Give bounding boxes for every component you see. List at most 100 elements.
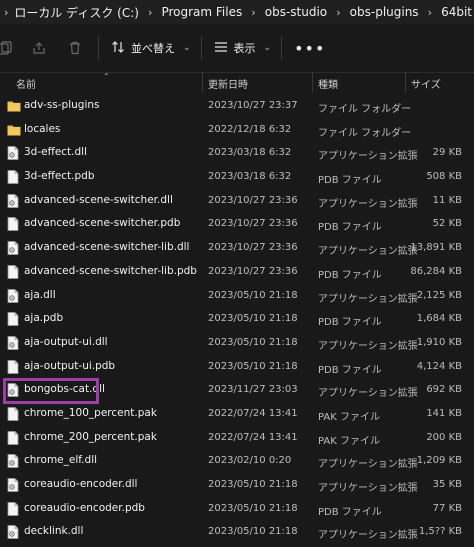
view-button[interactable]: 表示 ⌄ [214, 34, 271, 62]
file-type: ファイル フォルダー [318, 127, 412, 139]
column-size[interactable]: サイズ [411, 76, 441, 91]
file-size: 1,209 KB [416, 455, 462, 467]
file-row[interactable]: advanced-scene-switcher-lib.pdb 2023/10/2… [0, 260, 474, 284]
file-row[interactable]: aja.pdb 2023/05/10 21:18 PDB ファイル 1,684 KB [0, 307, 474, 331]
file-date: 2023/05/10 21:18 [208, 479, 298, 490]
file-size: 1,910 KB [416, 336, 462, 348]
file-row[interactable]: coreaudio-encoder.dll 2023/05/10 21:18 アプリ… [0, 473, 474, 497]
breadcrumb-item-obs-studio[interactable]: obs-studio [263, 0, 329, 24]
file-row[interactable]: decklink.dll 2023/05/10 21:18 アプリケーション拡張 1,… [0, 520, 474, 544]
file-size: 4,124 KB [416, 360, 462, 372]
breadcrumb-item-obs-plugins[interactable]: obs-plugins [348, 0, 421, 24]
breadcrumb-item-64bit[interactable]: 64bit [439, 0, 474, 24]
file-type: PDB ファイル [318, 175, 382, 187]
file-row[interactable]: advanced-scene-switcher.dll 2023/10/27 23… [0, 189, 474, 213]
file-row[interactable]: aja-output-ui.dll 2023/05/10 21:18 アプリケーショ… [0, 331, 474, 355]
dll-file-icon [7, 241, 20, 256]
file-date: 2023/05/10 21:18 [208, 336, 298, 348]
dll-file-icon [7, 193, 20, 208]
file-row[interactable]: adv-ss-plugins 2023/10/27 23:37 ファイル フォルダー [0, 94, 474, 118]
toolbar-divider [200, 36, 202, 60]
file-row[interactable]: chrome_200_percent.pak 2022/07/24 13:41 PA… [0, 426, 474, 450]
breadcrumb-item-program-files[interactable]: Program Files [159, 0, 244, 24]
column-date[interactable]: 更新日時 [208, 76, 248, 91]
folder-icon [7, 123, 21, 137]
file-date: 2023/05/10 21:18 [208, 289, 298, 301]
file-name: coreaudio-encoder.dll [24, 478, 138, 490]
file-row[interactable]: chrome_100_percent.pak 2022/07/24 13:41 PA… [0, 402, 474, 426]
breadcrumb: › ローカル ディスク (C:) › Program Files › obs-s… [0, 0, 474, 24]
chevron-right-icon[interactable]: › [421, 6, 440, 19]
chevron-right-icon[interactable]: › [141, 6, 160, 19]
file-icon [7, 359, 20, 374]
sort-label: 並べ替え [131, 42, 175, 55]
dll-file-icon [7, 335, 20, 350]
file-name: aja-output-ui.pdb [24, 359, 116, 372]
chevron-down-icon: ⌄ [183, 43, 191, 53]
file-row[interactable]: advanced-scene-switcher-lib.dll 2023/10/2… [0, 236, 474, 260]
more-options-button[interactable]: ••• [294, 39, 325, 58]
file-row[interactable]: aja-output-ui.pdb 2023/05/10 21:18 PDB ファイ… [0, 355, 474, 379]
toolbar-divider [98, 36, 99, 60]
file-name: bongobs-cat.dll [24, 383, 105, 396]
file-row[interactable]: locales 2022/12/18 6:32 ファイル フォルダー [0, 118, 474, 142]
file-size: 35 KB [432, 479, 462, 490]
column-resize-handle[interactable] [202, 72, 203, 92]
sort-button[interactable]: 並べ替え ⌄ [111, 34, 191, 62]
file-date: 2022/07/24 13:41 [208, 431, 298, 443]
file-row[interactable]: aja.dll 2023/05/10 21:18 アプリケーション拡張 2,125 K… [0, 284, 474, 308]
file-size: 11 KB [432, 194, 462, 206]
file-type: アプリケーション拡張 [318, 483, 418, 494]
file-name: chrome_100_percent.pak [24, 406, 157, 419]
file-date: 2023/05/10 21:18 [208, 313, 298, 325]
file-name: aja.dll [24, 288, 56, 301]
file-row[interactable]: 3d-effect.pdb 2023/03/18 6:32 PDB ファイル 508 … [0, 165, 474, 189]
file-date: 2022/07/24 13:41 [208, 407, 298, 419]
file-row[interactable]: advanced-scene-switcher.pdb 2023/10/27 23… [0, 212, 474, 236]
file-type: PAK ファイル [318, 411, 380, 423]
file-row[interactable]: bongobs-cat.dll 2023/11/27 23:03 アプリケーション拡… [0, 378, 474, 402]
column-type[interactable]: 種類 [318, 76, 338, 91]
dll-file-icon [7, 478, 20, 492]
file-type: PDB ファイル [318, 317, 382, 329]
file-type: アプリケーション拡張 [318, 459, 418, 471]
file-name: 3d-effect.dll [24, 146, 88, 159]
file-date: 2023/03/18 6:32 [208, 171, 292, 183]
file-type: PAK ファイル [318, 435, 380, 447]
chevron-right-icon[interactable]: › [244, 6, 263, 19]
copy-icon[interactable] [0, 37, 16, 59]
list-view-icon [214, 40, 228, 57]
chevron-right-icon[interactable]: › [329, 6, 348, 19]
file-type: PDB ファイル [318, 269, 382, 281]
file-icon [7, 407, 20, 421]
column-resize-handle[interactable] [312, 72, 313, 92]
breadcrumb-item-local-disk[interactable]: ローカル ディスク (C:) [12, 0, 141, 24]
dll-file-icon [7, 383, 20, 398]
file-type: アプリケーション拡張 [318, 293, 418, 305]
file-row[interactable]: chrome_elf.dll 2023/02/10 0:20 アプリケーション拡張 1… [0, 449, 474, 473]
file-size: 1,5?? KB [418, 526, 462, 538]
file-row[interactable]: coreaudio-encoder.pdb 2023/05/10 21:18 PDB… [0, 497, 474, 521]
file-name: advanced-scene-switcher-lib.pdb [24, 264, 197, 277]
column-resize-handle[interactable] [405, 72, 406, 92]
file-icon [7, 501, 20, 516]
file-type: アプリケーション拡張 [318, 340, 418, 352]
file-size: 141 KB [426, 407, 462, 419]
sort-icon [111, 40, 125, 57]
toolbar-divider [281, 36, 283, 60]
file-row[interactable]: 3d-effect.dll 2023/03/18 6:32 アプリケーション拡張 29… [0, 141, 474, 165]
file-type: PDB ファイル [318, 506, 382, 518]
view-label: 表示 [233, 42, 256, 55]
file-type: アプリケーション拡張 [318, 198, 418, 210]
file-icon [7, 264, 20, 279]
file-date: 2023/10/27 23:36 [208, 218, 298, 230]
file-type: PDB ファイル [318, 222, 382, 234]
file-name: advanced-scene-switcher.dll [24, 193, 173, 206]
file-name: adv-ss-plugins [24, 99, 100, 111]
column-name[interactable]: 名前 [16, 76, 36, 91]
dll-file-icon [7, 288, 20, 303]
delete-icon[interactable] [64, 37, 86, 59]
share-icon[interactable] [28, 37, 50, 59]
file-name: chrome_200_percent.pak [24, 430, 157, 443]
file-size: 77 KB [432, 502, 462, 514]
